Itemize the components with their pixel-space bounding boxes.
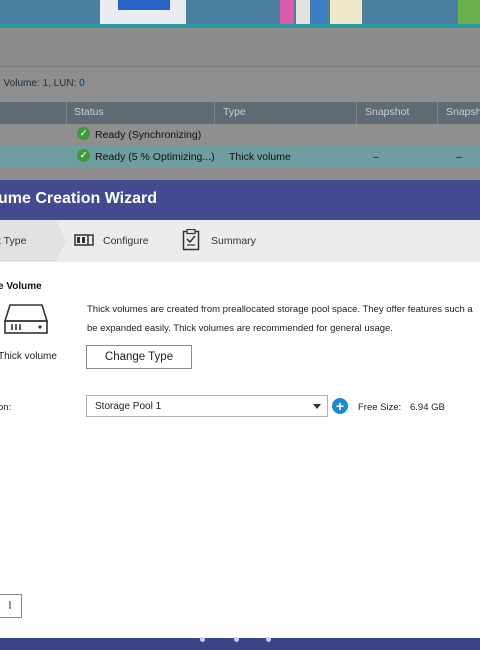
breadcrumb: , Volume: 1, LUN: 0 xyxy=(0,78,85,89)
column-divider xyxy=(437,102,438,124)
storage-pool-selected: Storage Pool 1 xyxy=(95,401,162,412)
wizard-content xyxy=(0,262,480,638)
page-dot[interactable] xyxy=(234,637,239,642)
thumbnail xyxy=(330,0,362,24)
step-summary: Summary xyxy=(211,235,256,247)
storage-pool-select[interactable]: Storage Pool 1 xyxy=(86,395,328,417)
background-gap xyxy=(0,168,480,180)
column-divider xyxy=(66,102,67,124)
thumbnail xyxy=(118,0,170,10)
step-configure: Configure xyxy=(103,235,149,247)
description-line: be expanded easily. Thick volumes are re… xyxy=(87,323,393,334)
change-type-button[interactable]: Change Type xyxy=(86,345,192,369)
column-header-snapshot[interactable]: Snapshot xyxy=(365,106,409,118)
row-snapshot-2: – xyxy=(456,151,462,163)
page-dot[interactable] xyxy=(200,637,205,642)
thick-volume-disk-icon xyxy=(4,304,48,334)
thumbnail xyxy=(280,0,294,24)
description-line: Thick volumes are created from prealloca… xyxy=(87,304,473,315)
step-select-type: t Type xyxy=(0,235,27,247)
table-row[interactable] xyxy=(0,124,480,146)
row-status: Ready (5 % Optimizing...) xyxy=(95,151,215,163)
free-size-label: Free Size: xyxy=(358,402,402,413)
section-title: e Volume xyxy=(0,281,42,292)
page-dot[interactable] xyxy=(266,637,271,642)
volume-type-label: Thick volume xyxy=(0,351,57,362)
add-storage-pool-icon[interactable]: + xyxy=(332,398,348,414)
configure-icon xyxy=(74,234,94,246)
free-size-value: 6.94 GB xyxy=(410,402,445,413)
column-header-status[interactable]: Status xyxy=(74,106,104,118)
step-arrow xyxy=(56,220,66,262)
ready-check-icon: ✓ xyxy=(77,127,90,140)
row-snapshot: – xyxy=(373,151,379,163)
thumbnail-strip xyxy=(0,0,480,24)
column-header-snapshot-2[interactable]: Snapsh xyxy=(446,106,480,118)
wizard-title: ume Creation Wizard xyxy=(0,190,157,207)
column-header-type[interactable]: Type xyxy=(223,106,246,118)
bottom-bar xyxy=(0,638,480,650)
cancel-button[interactable]: l xyxy=(0,594,22,618)
summary-icon xyxy=(182,229,200,251)
thumbnail xyxy=(296,0,310,24)
location-label: on: xyxy=(0,402,12,413)
column-divider xyxy=(214,102,215,124)
ready-check-icon: ✓ xyxy=(77,149,90,162)
background-header xyxy=(0,28,480,66)
thumbnail xyxy=(312,0,326,24)
chevron-down-icon xyxy=(313,404,321,409)
row-type: Thick volume xyxy=(229,151,291,163)
row-status: Ready (Synchronizing) xyxy=(95,129,202,141)
column-divider xyxy=(356,102,357,124)
thumbnail xyxy=(458,0,480,24)
